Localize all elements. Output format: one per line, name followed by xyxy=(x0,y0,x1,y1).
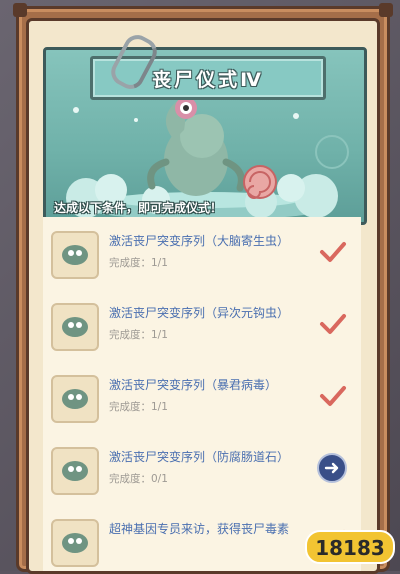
task-progress: 完成度：1/1 xyxy=(109,401,168,413)
brain-creature-icon xyxy=(51,519,99,567)
ritual-panel: 丧尸仪式Ⅳ 达成以下条件，即可完成仪式！ 激活丧尸突变序列（大脑寄生虫） 完成度… xyxy=(26,18,380,574)
check-mark-icon xyxy=(320,314,346,334)
task-row[interactable]: 激活丧尸突变序列（大脑寄生虫） 完成度：1/1 xyxy=(43,217,361,291)
task-row[interactable]: 激活丧尸突变序列（异次元钩虫） 完成度：1/1 xyxy=(43,289,361,363)
task-title: 激活丧尸突变序列（大脑寄生虫） xyxy=(109,234,290,248)
frame-corner xyxy=(13,3,27,17)
task-title: 激活丧尸突变序列（防腐肠道石） xyxy=(109,450,290,464)
task-row[interactable]: 激活丧尸突变序列（防腐肠道石） 完成度：0/1 xyxy=(43,433,361,507)
brain-creature-icon xyxy=(51,231,99,279)
frame-corner xyxy=(379,3,393,17)
ritual-title: 丧尸仪式Ⅳ xyxy=(152,68,264,91)
watermark-logo: 18183 xyxy=(304,527,396,567)
task-title: 激活丧尸突变序列（暴君病毒） xyxy=(109,378,278,392)
go-button[interactable] xyxy=(317,453,347,483)
task-list: 激活丧尸突变序列（大脑寄生虫） 完成度：1/1 激活丧尸突变序列（异次元钩虫） … xyxy=(43,217,361,571)
brain-creature-icon xyxy=(51,375,99,423)
watermark-text: 18183 xyxy=(315,536,385,560)
brain-creature-icon xyxy=(51,303,99,351)
task-title: 激活丧尸突变序列（异次元钩虫） xyxy=(109,306,290,320)
task-row[interactable]: 激活丧尸突变序列（暴君病毒） 完成度：1/1 xyxy=(43,361,361,435)
arrow-right-icon xyxy=(324,462,339,474)
ritual-caption: 达成以下条件，即可完成仪式！ xyxy=(54,201,223,215)
task-progress: 完成度：0/1 xyxy=(109,473,168,485)
brain-creature-icon xyxy=(51,447,99,495)
check-mark-icon xyxy=(320,386,346,406)
task-progress: 完成度：1/1 xyxy=(109,257,168,269)
check-mark-icon xyxy=(320,242,346,262)
task-title: 超神基因专员来访，获得丧尸毒素 xyxy=(109,522,290,536)
ritual-banner: 丧尸仪式Ⅳ 达成以下条件，即可完成仪式！ xyxy=(43,47,367,225)
task-progress: 完成度：1/1 xyxy=(109,329,168,341)
